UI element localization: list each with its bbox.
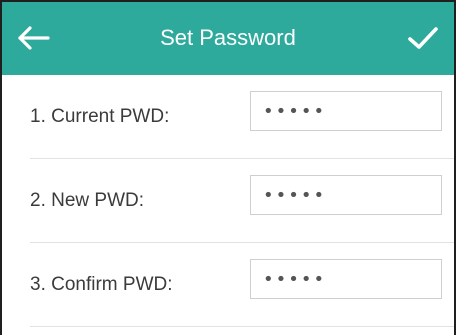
checkmark-icon: [408, 27, 438, 49]
new-pwd-label: 2. New PWD:: [30, 190, 145, 211]
confirm-pwd-label: 3. Confirm PWD:: [30, 274, 173, 295]
page-title: Set Password: [160, 25, 296, 50]
new-pwd-row: 2. New PWD:: [2, 159, 454, 243]
current-pwd-field[interactable]: [250, 91, 442, 131]
divider: [30, 326, 454, 327]
new-pwd-field[interactable]: [250, 175, 442, 215]
confirm-pwd-field[interactable]: [250, 259, 442, 299]
confirm-button[interactable]: [406, 24, 440, 52]
confirm-pwd-row: 3. Confirm PWD:: [2, 243, 454, 327]
title-bar: Set Password: [2, 2, 454, 75]
current-pwd-row: 1. Current PWD:: [2, 75, 454, 159]
current-pwd-label: 1. Current PWD:: [30, 106, 170, 127]
set-password-screen: Set Password 1. Current PWD: 2. New PWD:…: [0, 0, 456, 335]
